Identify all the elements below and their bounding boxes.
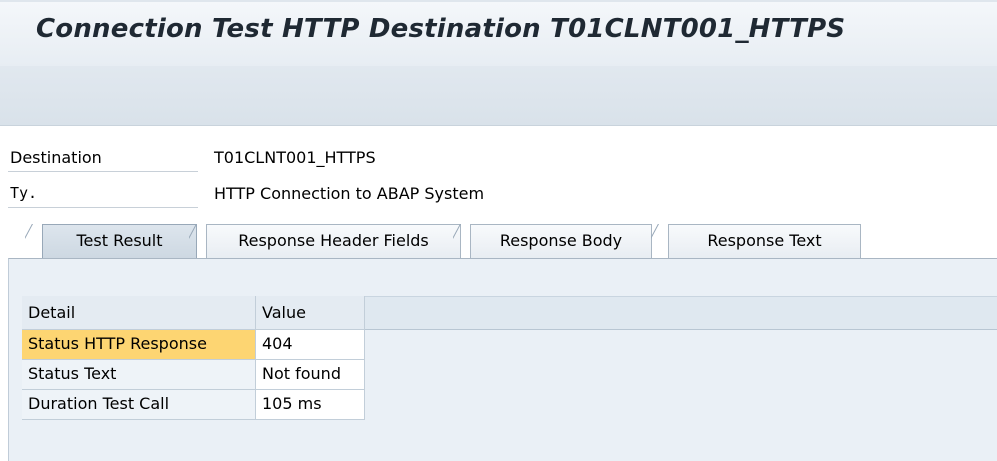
tab-edge bbox=[453, 224, 471, 259]
tab-test-result[interactable]: Test Result bbox=[42, 224, 197, 258]
tab-label: Response Header Fields bbox=[238, 231, 429, 250]
tab-response-body[interactable]: Response Body bbox=[470, 224, 652, 258]
destination-row: Destination T01CLNT001_HTTPS bbox=[0, 144, 997, 174]
tab-label: Response Text bbox=[707, 231, 822, 250]
tab-edge bbox=[651, 224, 669, 259]
type-value: HTTP Connection to ABAP System bbox=[214, 184, 485, 203]
table-row-value[interactable]: 404 bbox=[256, 330, 365, 360]
table-row-value[interactable]: 105 ms bbox=[256, 390, 365, 420]
title-bar: Connection Test HTTP Destination T01CLNT… bbox=[0, 0, 997, 66]
tab-response-header-fields[interactable]: Response Header Fields bbox=[206, 224, 461, 258]
table-row-detail[interactable]: Status HTTP Response bbox=[22, 330, 256, 360]
tab-label: Response Body bbox=[499, 231, 623, 250]
type-row: Ty. HTTP Connection to ABAP System bbox=[0, 180, 997, 210]
tab-strip: Test Result Response Header Fields Respo… bbox=[0, 224, 997, 260]
table-row-value[interactable]: Not found bbox=[256, 360, 365, 390]
column-header-detail[interactable]: Detail bbox=[22, 296, 256, 330]
page-title: Connection Test HTTP Destination T01CLNT… bbox=[36, 14, 846, 44]
table-row-detail[interactable]: Status Text bbox=[22, 360, 256, 390]
destination-value: T01CLNT001_HTTPS bbox=[214, 148, 376, 167]
application-toolbar bbox=[0, 66, 997, 126]
tab-edge bbox=[25, 224, 43, 259]
tab-edge bbox=[189, 224, 207, 259]
destination-label: Destination bbox=[8, 148, 198, 172]
table-row-detail[interactable]: Duration Test Call bbox=[22, 390, 256, 420]
type-label: Ty. bbox=[8, 184, 198, 208]
tab-label: Test Result bbox=[76, 231, 163, 250]
tab-response-text[interactable]: Response Text bbox=[668, 224, 861, 258]
column-header-value[interactable]: Value bbox=[256, 296, 365, 330]
